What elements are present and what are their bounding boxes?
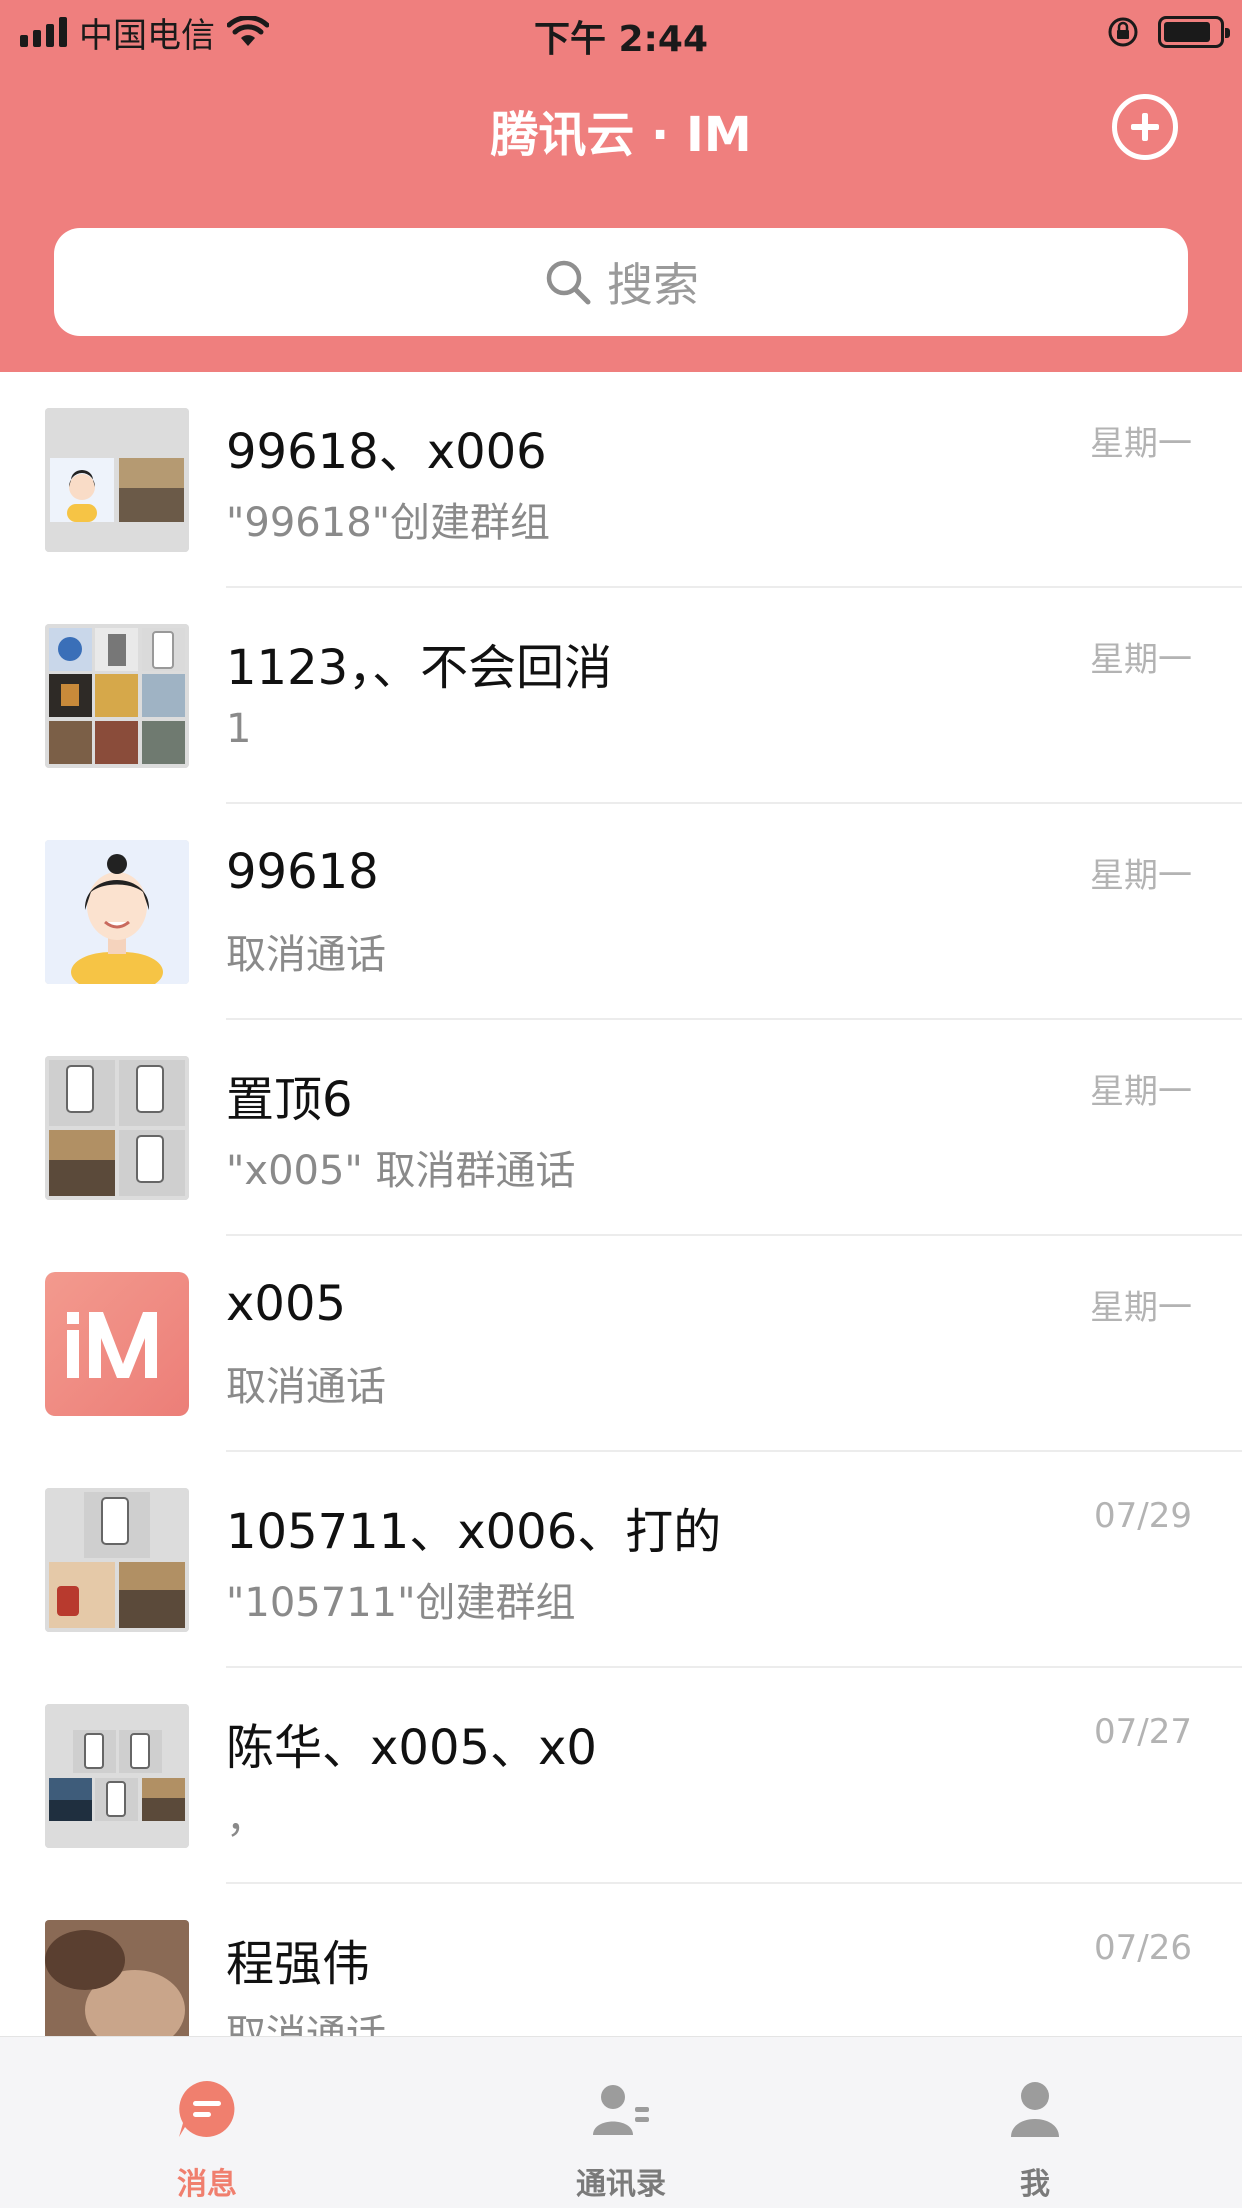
- battery-icon: [1158, 16, 1230, 48]
- conversation-list: 99618、x006 "99618"创建群组 星期一 1123，、不会回消 1 …: [0, 372, 1242, 2036]
- conversation-preview: ，: [226, 1796, 266, 1842]
- conversation-name: 陈华、x005、x0: [226, 1720, 597, 1776]
- tab-profile[interactable]: 我: [828, 2037, 1242, 2208]
- conversation-row[interactable]: 程强伟 取消通话 07/26: [0, 1884, 1242, 2036]
- conversation-time: 07/27: [1094, 1712, 1192, 1752]
- conversation-name: 105711、x006、打的: [226, 1504, 722, 1560]
- tab-messages[interactable]: 消息: [0, 2037, 414, 2208]
- group-avatar: [45, 1056, 189, 1200]
- conversation-time: 星期一: [1090, 856, 1192, 896]
- conversation-row[interactable]: 99618 取消通话 星期一: [0, 804, 1242, 1020]
- status-time: 下午 2:44: [533, 19, 709, 60]
- app-header: 中国电信 下午 2:44 腾讯云 · IM 搜索: [0, 0, 1242, 372]
- user-avatar: [45, 1920, 189, 2036]
- rotation-lock-icon: [1108, 17, 1138, 47]
- conversation-name: 程强伟: [226, 1936, 371, 1992]
- contacts-icon: [593, 2085, 649, 2135]
- conversation-preview: 取消通话: [226, 1364, 386, 1410]
- conversation-name: 置顶6: [226, 1072, 353, 1128]
- conversation-name: 1123，、不会回消: [226, 640, 613, 696]
- group-avatar: [45, 1704, 189, 1848]
- conversation-preview: 1: [226, 706, 252, 752]
- conversation-name: x005: [226, 1276, 347, 1332]
- conversation-time: 07/26: [1094, 1928, 1192, 1968]
- conversation-row[interactable]: 置顶6 "x005" 取消群通话 星期一: [0, 1020, 1242, 1236]
- conversation-time: 星期一: [1090, 1288, 1192, 1328]
- conversation-preview: "99618"创建群组: [226, 500, 551, 546]
- user-avatar: [45, 840, 189, 984]
- search-bar[interactable]: 搜索: [54, 228, 1188, 336]
- group-avatar: [45, 1488, 189, 1632]
- conversation-row[interactable]: 99618、x006 "99618"创建群组 星期一: [0, 372, 1242, 588]
- conversation-preview: 取消通话: [226, 932, 386, 978]
- conversation-preview: 取消通话: [226, 2012, 386, 2036]
- conversation-preview: "105711"创建群组: [226, 1580, 576, 1626]
- tab-label: 消息: [177, 2167, 237, 2202]
- conversation-time: 星期一: [1090, 424, 1192, 464]
- tab-contacts[interactable]: 通讯录: [414, 2037, 828, 2208]
- conversation-time: 星期一: [1090, 1072, 1192, 1112]
- conversation-name: 99618: [226, 844, 379, 900]
- conversation-time: 星期一: [1090, 640, 1192, 680]
- conversation-row[interactable]: 1123，、不会回消 1 星期一: [0, 588, 1242, 804]
- conversation-time: 07/29: [1094, 1496, 1192, 1536]
- tab-label: 通讯录: [576, 2167, 666, 2202]
- status-right: [1106, 12, 1230, 52]
- group-avatar: [45, 624, 189, 768]
- conversation-row[interactable]: 105711、x006、打的 "105711"创建群组 07/29: [0, 1452, 1242, 1668]
- add-button[interactable]: [1112, 94, 1178, 160]
- group-avatar: [45, 408, 189, 552]
- page-title: 腾讯云 · IM: [490, 107, 752, 163]
- message-icon: [179, 2081, 235, 2137]
- conversation-row[interactable]: 陈华、x005、x0 ， 07/27: [0, 1668, 1242, 1884]
- search-icon: [546, 260, 591, 305]
- tab-label: 我: [1020, 2167, 1050, 2202]
- conversation-name: 99618、x006: [226, 424, 547, 480]
- conversation-preview: "x005" 取消群通话: [226, 1148, 576, 1194]
- status-bar: 中国电信 下午 2:44: [0, 0, 1242, 62]
- tab-bar: 消息 通讯录 我: [0, 2036, 1242, 2208]
- search-placeholder: 搜索: [607, 258, 699, 312]
- conversation-row[interactable]: x005 取消通话 星期一: [0, 1236, 1242, 1452]
- profile-icon: [1011, 2082, 1059, 2137]
- im-logo-avatar: [45, 1272, 189, 1416]
